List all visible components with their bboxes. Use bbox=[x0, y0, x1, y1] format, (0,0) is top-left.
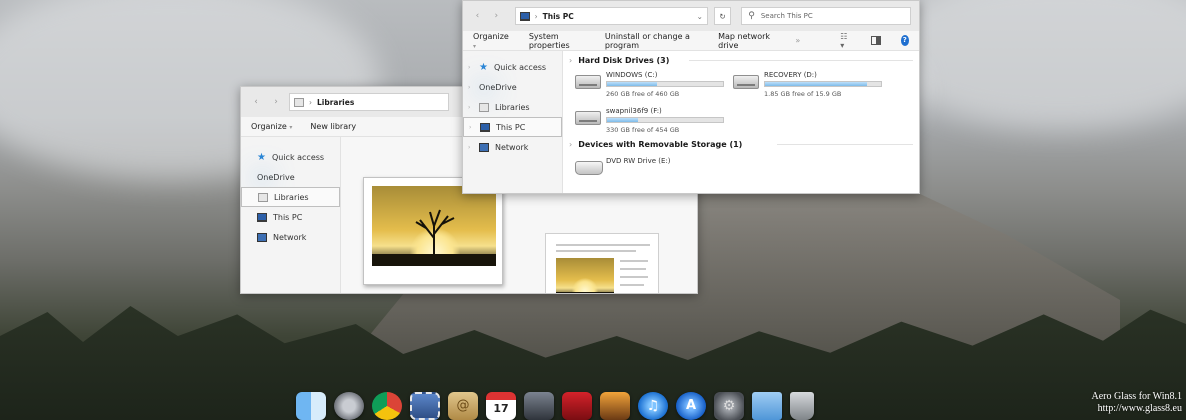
expand-chevron-icon[interactable]: › bbox=[468, 64, 470, 71]
folder-icon[interactable] bbox=[752, 392, 782, 420]
system-properties-button[interactable]: System properties bbox=[529, 32, 585, 50]
drive-c[interactable]: WINDOWS (C:) 260 GB free of 460 GB bbox=[575, 71, 730, 103]
tree-silhouette-icon bbox=[415, 209, 455, 256]
onedrive-cloud-icon bbox=[479, 83, 489, 91]
drive-usage-bar bbox=[764, 81, 882, 87]
nav-this-pc[interactable]: › This PC bbox=[463, 117, 562, 137]
chrome-icon[interactable] bbox=[372, 392, 402, 420]
nav-onedrive[interactable]: › OneDrive bbox=[463, 77, 562, 97]
this-pc-toolbar: Organize ▾ System properties Uninstall o… bbox=[463, 31, 919, 51]
address-text: This PC bbox=[542, 11, 574, 21]
breadcrumb-chevron-icon: › bbox=[534, 11, 538, 21]
refresh-button[interactable]: ↻ bbox=[713, 7, 732, 25]
nav-quick-access[interactable]: ★ Quick access bbox=[241, 147, 340, 167]
breadcrumb-chevron-icon: › bbox=[309, 97, 312, 107]
drive-usage-bar bbox=[606, 117, 724, 123]
computer-icon bbox=[480, 122, 490, 132]
drive-f[interactable]: swapnil36f9 (F:) 330 GB free of 454 GB bbox=[575, 107, 730, 139]
address-text: Libraries bbox=[317, 97, 355, 107]
calendar-icon[interactable]: 17 bbox=[486, 392, 516, 420]
search-box[interactable]: ⚲ Search This PC bbox=[741, 7, 911, 25]
hard-drive-icon bbox=[575, 75, 601, 89]
libraries-icon bbox=[294, 97, 304, 107]
search-icon: ⚲ bbox=[748, 11, 755, 21]
collapse-chevron-icon: › bbox=[569, 139, 573, 149]
forward-arrow-icon[interactable]: › bbox=[269, 95, 283, 109]
nav-onedrive[interactable]: OneDrive bbox=[241, 167, 340, 187]
system-preferences-icon[interactable]: ⚙ bbox=[714, 392, 744, 420]
trash-icon[interactable] bbox=[790, 392, 814, 420]
collapse-chevron-icon: › bbox=[569, 55, 573, 65]
network-icon bbox=[479, 142, 489, 152]
organize-menu[interactable]: Organize ▾ bbox=[473, 32, 509, 50]
libraries-icon bbox=[258, 192, 268, 202]
hard-drive-icon bbox=[733, 75, 759, 89]
nav-this-pc[interactable]: This PC bbox=[241, 207, 340, 227]
this-pc-nav-pane: › ★ Quick access › OneDrive › Libraries › Thi… bbox=[463, 51, 563, 193]
finder-icon[interactable] bbox=[296, 392, 326, 420]
nav-libraries[interactable]: › Libraries bbox=[463, 97, 562, 117]
this-pc-content: › Hard Disk Drives (3) WINDOWS (C:) 260 … bbox=[563, 51, 919, 193]
help-icon[interactable]: ? bbox=[900, 35, 909, 46]
sunset-tree-image bbox=[372, 186, 496, 266]
network-icon bbox=[257, 232, 267, 242]
more-chevron-icon[interactable]: » bbox=[795, 36, 800, 45]
onedrive-cloud-icon bbox=[257, 173, 267, 181]
star-icon: ★ bbox=[257, 151, 266, 163]
drive-usage-bar bbox=[606, 81, 724, 87]
launchpad-icon[interactable] bbox=[334, 392, 364, 420]
star-icon: ★ bbox=[479, 61, 488, 73]
dropdown-arrow-icon: ▾ bbox=[289, 124, 293, 131]
nav-libraries[interactable]: Libraries bbox=[241, 187, 340, 207]
document-preview-image bbox=[556, 258, 614, 293]
this-pc-window[interactable]: ‹ › › This PC ⌄ ↻ ⚲ Search This PC Organ… bbox=[462, 0, 920, 194]
new-library-button[interactable]: New library bbox=[310, 122, 356, 131]
dropdown-arrow-icon: ▾ bbox=[473, 42, 477, 50]
libraries-nav-pane: ★ Quick access OneDrive Libraries This PC… bbox=[241, 137, 341, 293]
hard-drive-icon bbox=[575, 111, 601, 125]
dvd-drive-icon bbox=[575, 161, 603, 175]
libraries-address-field[interactable]: › Libraries bbox=[289, 93, 449, 111]
dock: @ 17 ♫ A ⚙ bbox=[290, 392, 890, 420]
app-store-icon[interactable]: A bbox=[676, 392, 706, 420]
photo-booth-icon[interactable] bbox=[562, 392, 592, 420]
expand-chevron-icon[interactable]: › bbox=[468, 144, 470, 151]
nav-network[interactable]: › Network bbox=[463, 137, 562, 157]
this-pc-address-bar-row: ‹ › › This PC ⌄ ↻ ⚲ Search This PC bbox=[463, 1, 919, 31]
iphoto-icon[interactable] bbox=[600, 392, 630, 420]
contacts-icon[interactable]: @ bbox=[448, 392, 478, 420]
search-placeholder: Search This PC bbox=[760, 12, 813, 20]
computer-icon bbox=[519, 11, 530, 21]
computer-icon bbox=[257, 212, 267, 222]
nav-network[interactable]: Network bbox=[241, 227, 340, 247]
nav-quick-access[interactable]: › ★ Quick access bbox=[463, 57, 562, 77]
preview-pane-icon[interactable] bbox=[870, 36, 881, 45]
address-dropdown-icon[interactable]: ⌄ bbox=[697, 12, 703, 21]
itunes-icon[interactable]: ♫ bbox=[638, 392, 668, 420]
expand-chevron-icon[interactable]: › bbox=[468, 84, 470, 91]
mail-stamp-icon[interactable] bbox=[410, 392, 440, 420]
libraries-icon bbox=[479, 102, 489, 112]
expand-chevron-icon[interactable]: › bbox=[468, 104, 470, 111]
view-options-icon[interactable]: ☷ ▾ bbox=[840, 32, 851, 50]
expand-chevron-icon[interactable]: › bbox=[469, 124, 471, 131]
documents-library-thumbnail[interactable] bbox=[545, 233, 659, 293]
aero-glass-watermark: Aero Glass for Win8.1 http://www.glass8.… bbox=[1091, 391, 1182, 414]
uninstall-program-button[interactable]: Uninstall or change a program bbox=[605, 32, 698, 50]
back-arrow-icon[interactable]: ‹ bbox=[249, 95, 263, 109]
drive-d[interactable]: RECOVERY (D:) 1.85 GB free of 15.9 GB bbox=[733, 71, 888, 103]
hard-disk-drives-header[interactable]: › Hard Disk Drives (3) bbox=[569, 53, 669, 67]
removable-storage-header[interactable]: › Devices with Removable Storage (1) bbox=[569, 137, 742, 151]
forward-arrow-icon[interactable]: › bbox=[490, 9, 503, 23]
drive-dvd-e[interactable]: DVD RW Drive (E:) bbox=[575, 155, 730, 187]
this-pc-address-field[interactable]: › This PC ⌄ bbox=[514, 7, 708, 25]
map-network-drive-button[interactable]: Map network drive bbox=[718, 32, 775, 50]
back-arrow-icon[interactable]: ‹ bbox=[471, 9, 484, 23]
organize-menu[interactable]: Organize ▾ bbox=[251, 122, 292, 131]
facetime-icon[interactable] bbox=[524, 392, 554, 420]
